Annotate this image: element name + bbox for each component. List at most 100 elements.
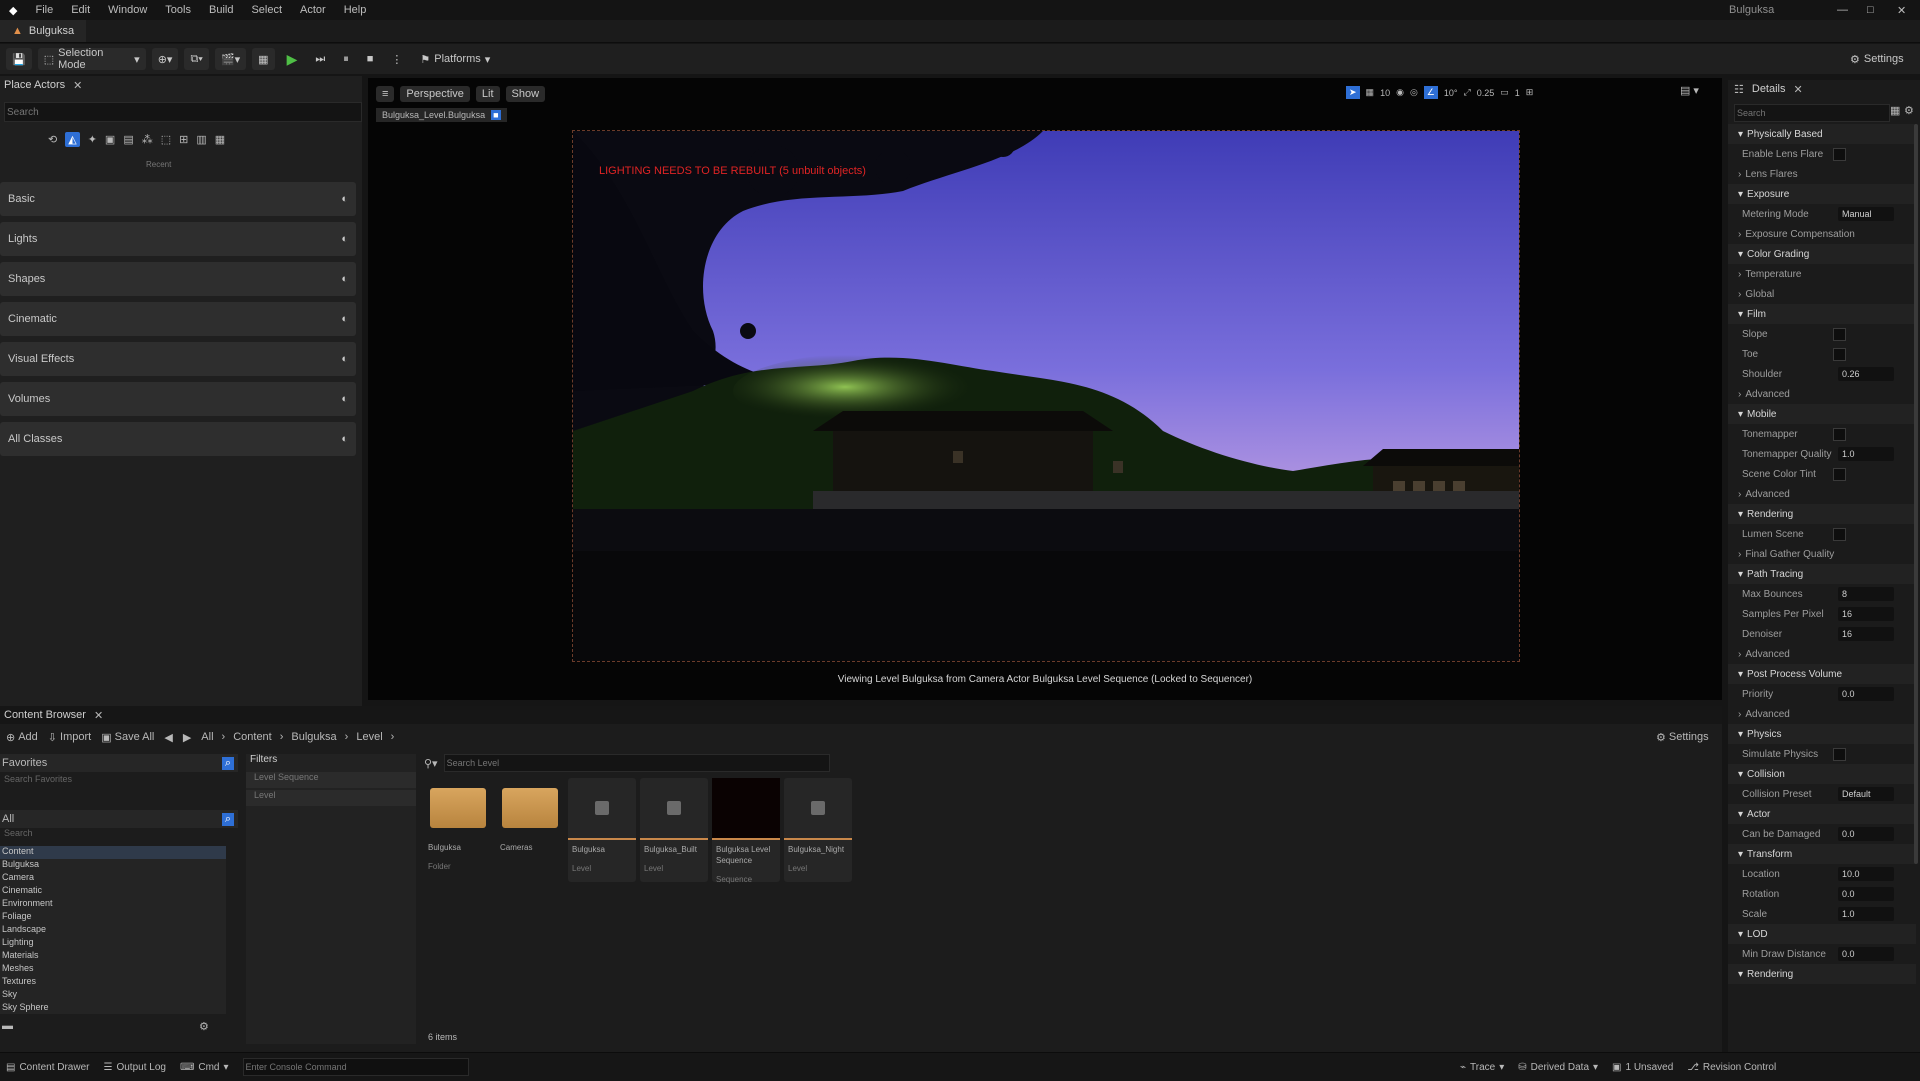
grid-snap-icon[interactable]: ▦ [1366,87,1375,98]
details-property-row[interactable]: Enable Lens Flare [1728,144,1916,164]
property-value-field[interactable]: 16 [1838,627,1894,641]
details-property-row[interactable]: Scale 1.0 [1728,904,1916,924]
property-value-field[interactable]: 1.0 [1838,447,1894,461]
details-section-header[interactable]: ▾ Exposure [1728,184,1916,204]
asset-tile[interactable]: Bulguksa Level [568,778,636,882]
details-property-row[interactable]: Rotation 0.0 [1728,884,1916,904]
details-section-header[interactable]: ▾ Physically Based [1728,124,1916,144]
details-section-header[interactable]: ▾ Rendering [1728,964,1916,984]
details-property-row[interactable]: Priority 0.0 [1728,684,1916,704]
favorites-header[interactable]: Favorites ⌕ [0,754,238,772]
trace-button[interactable]: ⌁ Trace ▾ [1460,1062,1504,1073]
folder-tree-item[interactable]: Sky Sphere [0,1002,226,1014]
basic-icon[interactable]: ◭ [65,132,80,147]
details-property-row[interactable]: › Advanced [1728,704,1916,724]
cmd-button[interactable]: ⌨ Cmd ▾ [180,1062,229,1073]
asset-search-input[interactable] [443,754,830,772]
menu-build[interactable]: Build [200,4,242,16]
property-value-field[interactable]: 0.0 [1838,687,1894,701]
folder-tree-item[interactable]: Textures [0,976,226,989]
details-property-row[interactable]: Tonemapper [1728,424,1916,444]
step-button[interactable]: ⏭ [309,48,331,70]
viewport-menu-button[interactable]: ≡ [376,86,395,102]
stop-button[interactable]: ■ [361,48,380,70]
camera-speed-icon[interactable]: ▭ [1500,87,1509,98]
minimize-button[interactable]: — [1828,4,1857,16]
details-property-row[interactable]: Tonemapper Quality 1.0 [1728,444,1916,464]
details-settings-icon[interactable]: ⚙ [1904,104,1914,117]
details-property-row[interactable]: Samples Per Pixel 16 [1728,604,1916,624]
property-value-field[interactable]: 0.0 [1838,827,1894,841]
close-tab-icon[interactable]: ✕ [1794,83,1803,96]
content-browser-tab[interactable]: Content Browser [4,709,86,721]
property-value-field[interactable]: 16 [1838,607,1894,621]
camera-speed-value[interactable]: 1 [1515,88,1520,98]
property-checkbox[interactable] [1833,747,1846,761]
close-tab-icon[interactable]: ✕ [73,79,82,92]
details-property-row[interactable]: Location 10.0 [1728,864,1916,884]
recent-icon[interactable]: ⟲ [48,133,57,146]
unreal-logo-icon[interactable]: ◆ [0,4,26,17]
folder-tree-item[interactable]: Landscape [0,924,226,937]
details-section-header[interactable]: ▾ Actor [1728,804,1916,824]
property-checkbox[interactable] [1833,527,1846,541]
details-property-row[interactable]: › Advanced [1728,644,1916,664]
visual-effects-icon[interactable]: ⁂ [142,133,153,146]
folder-tree-item[interactable]: Materials [0,950,226,963]
details-property-row[interactable]: Slope [1728,324,1916,344]
more-icon[interactable]: ▦ [215,133,225,146]
folder-tree-item[interactable]: Bulguksa [0,859,226,872]
details-property-row[interactable]: Scene Color Tint [1728,464,1916,484]
property-value-field[interactable]: 1.0 [1838,907,1894,921]
category-lights[interactable]: Lights ◐ [0,222,356,256]
details-property-row[interactable]: › Advanced [1728,484,1916,504]
surface-snap-icon[interactable]: ◎ [1410,87,1418,98]
property-checkbox[interactable] [1833,467,1846,481]
details-property-row[interactable]: Simulate Physics [1728,744,1916,764]
geometry-icon[interactable]: ▥ [196,133,206,146]
filter-item[interactable]: Level Sequence [246,772,416,788]
rotation-snap-value[interactable]: 10° [1444,88,1458,98]
details-property-row[interactable]: Lumen Scene [1728,524,1916,544]
details-section-header[interactable]: ▾ Mobile [1728,404,1916,424]
rotation-snap-icon[interactable]: ∠ [1423,86,1438,99]
perspective-button[interactable]: Perspective [400,86,470,102]
details-property-row[interactable]: Metering Mode Manual [1728,204,1916,224]
volumes-icon[interactable]: ⬚ [161,133,171,146]
menu-select[interactable]: Select [242,4,291,16]
details-property-row[interactable]: Min Draw Distance 0.0 [1728,944,1916,964]
menu-file[interactable]: File [26,4,62,16]
category-volumes[interactable]: Volumes ◐ [0,382,356,416]
property-value-field[interactable]: Manual [1838,207,1894,221]
scale-snap-value[interactable]: 0.25 [1477,88,1495,98]
menu-help[interactable]: Help [335,4,376,16]
place-actors-search-input[interactable] [4,102,362,122]
close-window-button[interactable]: ✕ [1888,4,1915,17]
details-section-header[interactable]: ▾ Rendering [1728,504,1916,524]
all-classes-icon[interactable]: ⊞ [179,133,188,146]
settings-button[interactable]: ⚙ Settings [1844,48,1910,70]
save-button[interactable]: 💾 [6,48,32,70]
pause-button[interactable]: ⏸ [337,48,355,70]
viewport-layout-button[interactable]: ▤ ▾ [1680,84,1699,97]
details-section-header[interactable]: ▾ Transform [1728,844,1916,864]
property-value-field[interactable]: 10.0 [1838,867,1894,881]
folder-tree-item[interactable]: Camera [0,872,226,885]
details-section-header[interactable]: ▾ Color Grading [1728,244,1916,264]
more-play-options[interactable]: ⋮ [385,48,408,70]
details-property-row[interactable]: › Final Gather Quality [1728,544,1916,564]
category-all-classes[interactable]: All Classes ◐ [0,422,356,456]
lights-icon[interactable]: ✦ [88,133,97,146]
details-section-header[interactable]: ▾ Collision [1728,764,1916,784]
filter-icon[interactable]: ⚲▾ [424,757,438,770]
platforms-button[interactable]: ⚑ Platforms ▾ [414,48,496,70]
details-property-row[interactable]: › Advanced [1728,384,1916,404]
category-cinematic[interactable]: Cinematic ◐ [0,302,356,336]
search-icon[interactable]: ⌕ [221,812,234,826]
folder-tree-item[interactable]: Foliage [0,911,226,924]
history-back-icon[interactable]: ◀ [164,731,172,744]
folder-tile[interactable]: Bulguksa Folder [424,778,492,882]
details-property-row[interactable]: › Global [1728,284,1916,304]
details-property-row[interactable]: Max Bounces 8 [1728,584,1916,604]
lock-icon[interactable]: ■ [491,110,501,120]
